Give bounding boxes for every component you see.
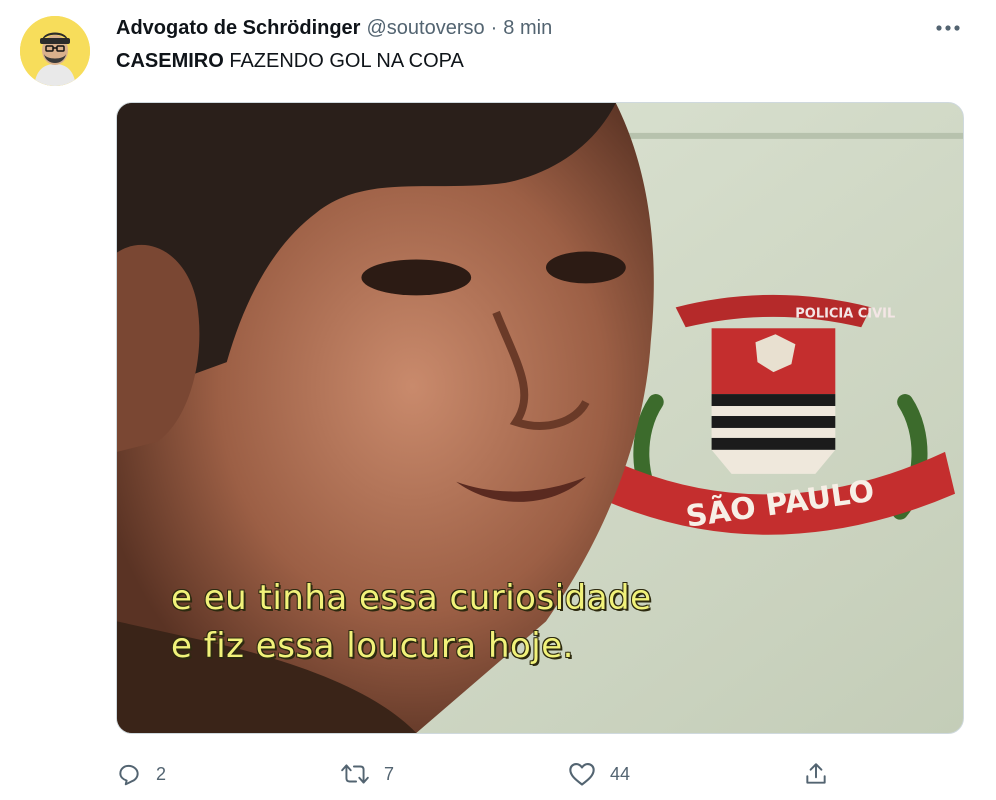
user-handle[interactable]: @soutoverso	[366, 17, 484, 40]
tweet-text-rest: FAZENDO GOL NA COPA	[223, 50, 464, 72]
like-icon	[569, 763, 595, 786]
share-icon	[806, 763, 826, 784]
avatar[interactable]	[20, 16, 90, 86]
reply-button[interactable]: 2	[116, 761, 166, 787]
like-button[interactable]: 44	[568, 761, 630, 787]
separator-dot: ·	[490, 16, 498, 39]
timestamp[interactable]: 8 min	[503, 17, 552, 40]
crest-top-text: POLICIA CIVIL	[795, 306, 895, 321]
retweet-count: 7	[383, 763, 394, 784]
retweet-button[interactable]: 7	[340, 761, 394, 787]
tweet-text: CASEMIRO FAZENDO GOL NA COPA	[116, 50, 464, 73]
reply-icon	[119, 764, 139, 786]
more-icon	[936, 25, 960, 31]
tweet-header: Advogato de Schrödinger @soutoverso · 8 …	[116, 14, 552, 42]
subtitle-line-1: e eu tinha essa curiosidade	[171, 578, 652, 618]
retweet-icon	[341, 764, 369, 784]
tweet-media[interactable]: POLICIA CIVIL SÃO PAULO e eu tinha essa …	[116, 102, 964, 734]
reply-count: 2	[156, 763, 167, 784]
subtitle-line-2: e fiz essa loucura hoje.	[171, 626, 574, 666]
tweet-text-bold: CASEMIRO	[116, 50, 224, 72]
more-button[interactable]	[930, 14, 966, 42]
share-button[interactable]	[804, 761, 828, 787]
avatar-illustration	[20, 16, 90, 86]
display-name[interactable]: Advogato de Schrödinger	[116, 17, 360, 40]
tweet-action-bar: 2 7 44	[116, 756, 828, 792]
like-count: 44	[609, 763, 630, 784]
